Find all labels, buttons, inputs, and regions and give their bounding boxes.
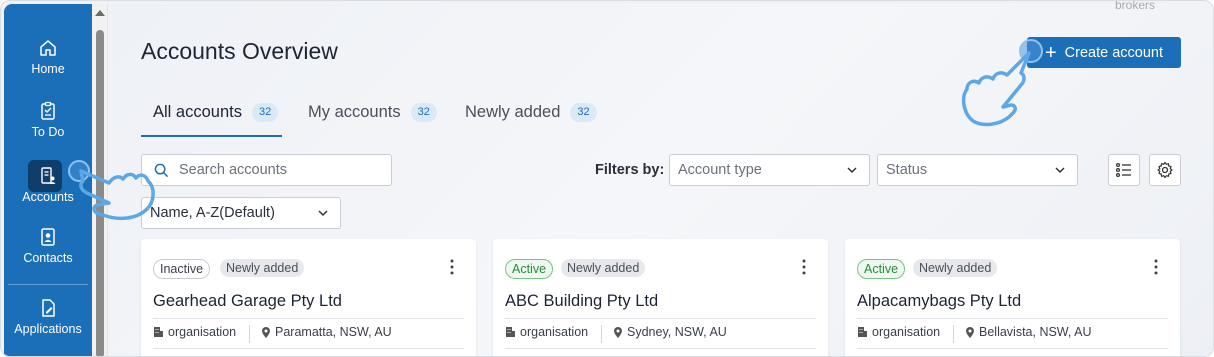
- tab-label: Newly added: [465, 102, 561, 121]
- contact-card-icon: [41, 228, 55, 246]
- count-badge: 32: [570, 102, 597, 122]
- account-type-placeholder: Account type: [678, 162, 762, 178]
- sidebar-divider: [8, 284, 88, 285]
- location-pin-icon: [966, 326, 974, 338]
- account-card[interactable]: Active Newly added ABC Building Pty Ltd …: [493, 239, 828, 356]
- sidebar-item-label: Home: [31, 62, 65, 76]
- account-name[interactable]: Gearhead Garage Pty Ltd: [153, 292, 342, 311]
- account-type: organisation: [153, 325, 236, 339]
- pointer-hand-icon: [961, 39, 1043, 127]
- account-type-select[interactable]: Account type: [669, 154, 870, 186]
- document-edit-icon: [42, 299, 55, 317]
- divider: [857, 318, 1168, 319]
- home-icon: [40, 40, 56, 56]
- sort-value: Name, A-Z(Default): [150, 205, 275, 221]
- account-type: organisation: [505, 325, 588, 339]
- newly-added-tag: Newly added: [561, 259, 646, 277]
- account-type-label: organisation: [168, 325, 237, 339]
- active-tab-underline: [141, 135, 282, 137]
- location-pin-icon: [614, 326, 622, 338]
- chevron-down-icon: [1055, 167, 1065, 174]
- status-badge: Active: [505, 259, 554, 279]
- meta-divider: [601, 325, 602, 343]
- account-card[interactable]: Active Newly added Alpacamybags Pty Ltd …: [845, 239, 1180, 356]
- sidebar-item-todo[interactable]: To Do: [4, 101, 92, 139]
- clipboard-icon: [41, 101, 55, 120]
- create-account-label: Create account: [1064, 44, 1164, 61]
- count-badge: 32: [251, 102, 279, 122]
- building-icon: [858, 327, 867, 337]
- divider: [505, 318, 816, 319]
- account-card[interactable]: Inactive Newly added Gearhead Garage Pty…: [141, 239, 476, 356]
- account-location-label: Paramatta, NSW, AU: [275, 325, 392, 339]
- account-location: Paramatta, NSW, AU: [261, 325, 392, 339]
- divider: [153, 348, 464, 349]
- account-name[interactable]: ABC Building Pty Ltd: [505, 292, 658, 311]
- sort-select[interactable]: Name, A-Z(Default): [141, 197, 341, 229]
- status-badge: Inactive: [153, 259, 211, 279]
- more-options-icon[interactable]: [802, 259, 806, 275]
- chevron-down-icon: [847, 167, 857, 174]
- divider: [505, 348, 816, 349]
- list-view-button[interactable]: [1108, 154, 1140, 186]
- tab-my-accounts[interactable]: My accounts 32: [308, 98, 437, 126]
- page-title: Accounts Overview: [141, 38, 338, 64]
- brokers-text: brokers: [1114, 0, 1155, 12]
- tab-newly-added[interactable]: Newly added 32: [465, 98, 597, 126]
- more-options-icon[interactable]: [450, 259, 454, 275]
- sidebar-item-label: Applications: [14, 322, 82, 336]
- account-name[interactable]: Alpacamybags Pty Ltd: [857, 292, 1021, 311]
- search-input[interactable]: [179, 162, 379, 178]
- account-location: Sydney, NSW, AU: [613, 325, 727, 339]
- status-placeholder: Status: [886, 162, 928, 178]
- app-frame: Home To Do Accounts Contacts Application…: [0, 0, 1214, 357]
- account-type-label: organisation: [520, 325, 589, 339]
- account-location-label: Sydney, NSW, AU: [627, 325, 727, 339]
- count-badge: 32: [410, 102, 437, 122]
- meta-divider: [249, 325, 250, 343]
- sidebar-item-home[interactable]: Home: [4, 38, 92, 76]
- newly-added-tag: Newly added: [220, 259, 305, 277]
- account-location-label: Bellavista, NSW, AU: [979, 325, 1092, 339]
- sidebar-item-label: To Do: [31, 125, 65, 139]
- chevron-down-icon: [318, 210, 328, 217]
- account-location: Bellavista, NSW, AU: [965, 325, 1092, 339]
- account-type: organisation: [857, 325, 940, 339]
- account-type-label: organisation: [872, 325, 941, 339]
- gear-icon: [1157, 161, 1173, 179]
- settings-button[interactable]: [1149, 154, 1181, 186]
- pointer-hand-icon: [68, 160, 155, 221]
- building-icon: [154, 327, 163, 337]
- status-select[interactable]: Status: [877, 154, 1078, 186]
- scroll-up-arrow-icon[interactable]: [95, 10, 105, 16]
- accounts-icon: [41, 167, 56, 184]
- list-view-icon: [1116, 162, 1131, 178]
- building-icon: [506, 327, 515, 337]
- newly-added-tag: Newly added: [913, 259, 998, 277]
- location-pin-icon: [262, 326, 270, 338]
- sidebar-item-applications[interactable]: Applications: [4, 298, 92, 336]
- sidebar-item-label: Contacts: [23, 251, 73, 265]
- tab-label: My accounts: [308, 102, 401, 121]
- divider: [857, 348, 1168, 349]
- status-badge: Active: [857, 259, 906, 279]
- filters-label: Filters by:: [595, 162, 665, 178]
- tab-all-accounts[interactable]: All accounts 32: [153, 98, 279, 126]
- tab-label: All accounts: [153, 102, 242, 121]
- divider: [153, 318, 464, 319]
- sidebar-item-contacts[interactable]: Contacts: [4, 227, 92, 265]
- more-options-icon[interactable]: [1154, 259, 1158, 275]
- search-box[interactable]: [141, 154, 392, 186]
- meta-divider: [953, 325, 954, 343]
